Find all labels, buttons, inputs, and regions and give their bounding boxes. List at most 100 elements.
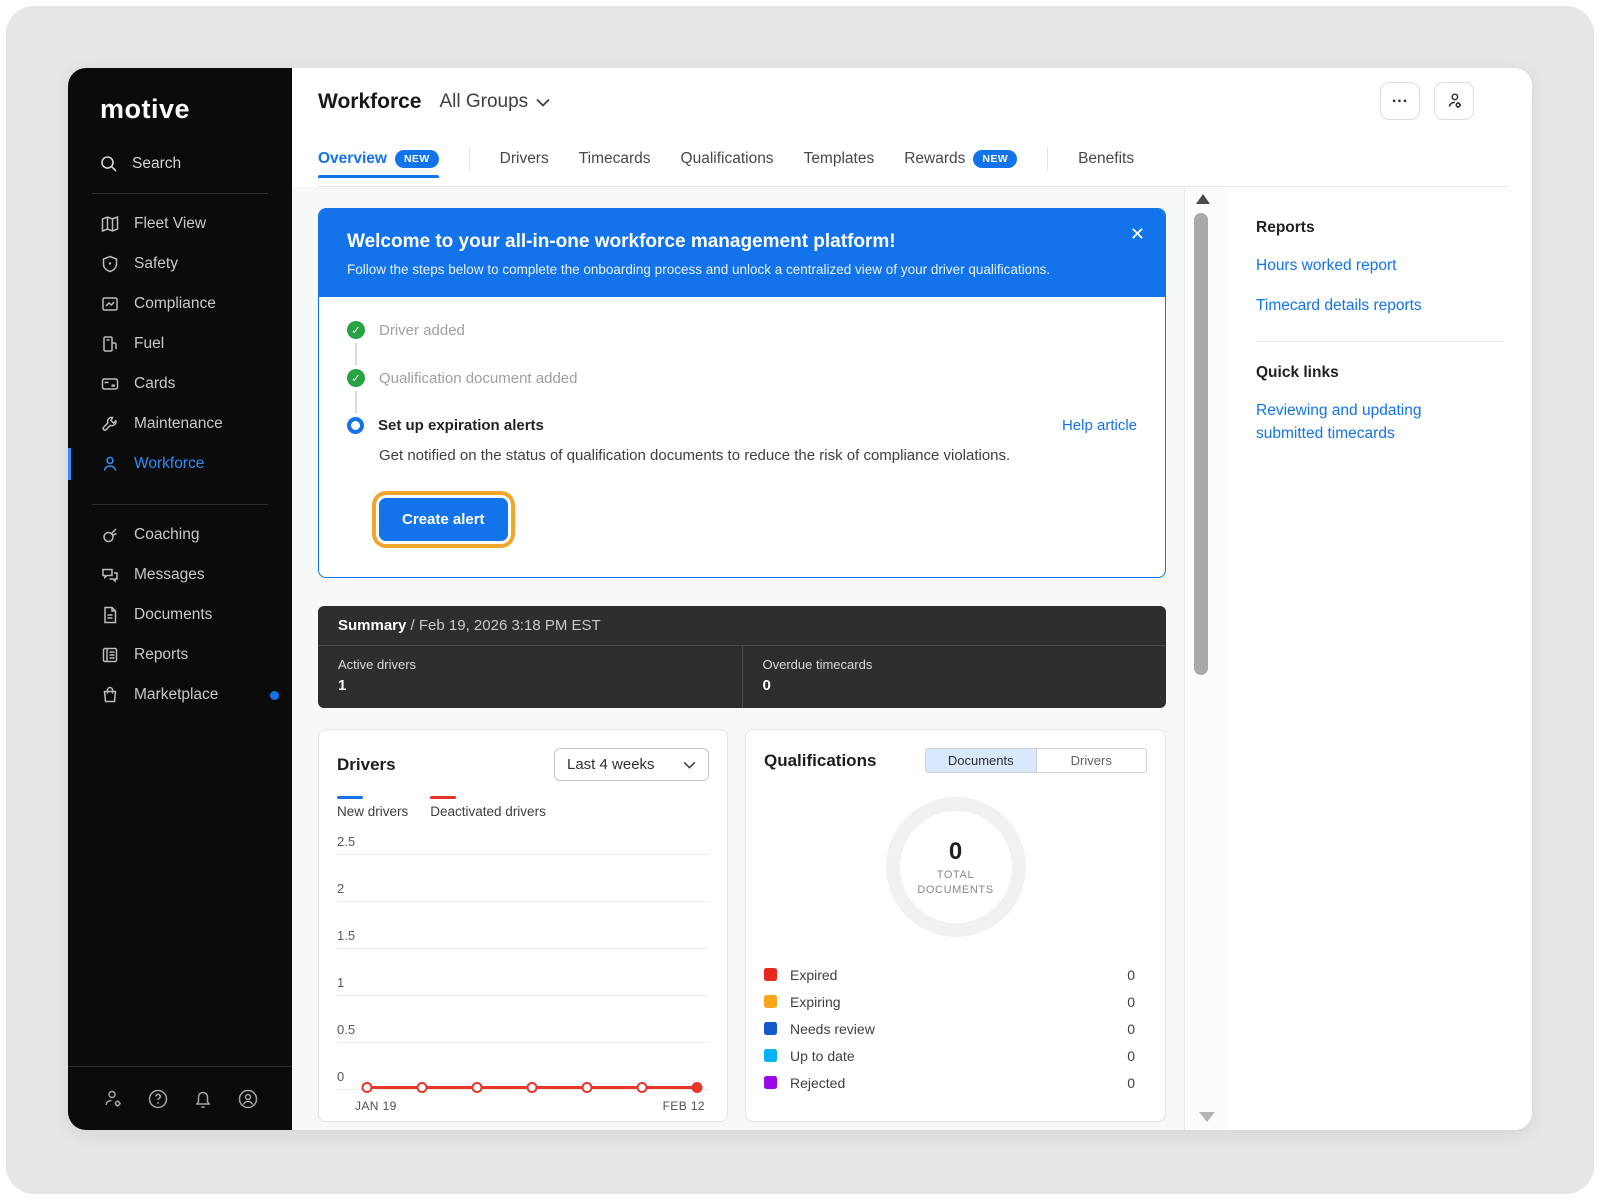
tab-drivers[interactable]: Drivers — [500, 140, 549, 178]
new-badge: NEW — [973, 150, 1017, 168]
y-tick: 0.5 — [337, 1022, 355, 1037]
drivers-chart-card: Drivers Last 4 weeks New drivers Deactiv… — [318, 729, 728, 1122]
tab-bar: Overview NEW Drivers Timecards Qualifica… — [318, 140, 1134, 178]
sidebar-item-cards[interactable]: Cards — [68, 364, 292, 404]
hours-worked-report-link[interactable]: Hours worked report — [1256, 254, 1446, 277]
sidebar-search-label: Search — [132, 155, 181, 173]
scroll-up-arrow[interactable] — [1196, 194, 1210, 204]
scroll-down-arrow[interactable] — [1199, 1112, 1215, 1122]
metric-value: 0 — [763, 677, 1147, 694]
drivers-card-title: Drivers — [337, 755, 396, 775]
summary-panel: Summary / Feb 19, 2026 3:18 PM EST Activ… — [318, 606, 1166, 708]
sidebar-item-maintenance[interactable]: Maintenance — [68, 404, 292, 444]
y-tick: 0 — [337, 1069, 344, 1084]
legend-row-needs-review: Needs review 0 — [764, 1015, 1147, 1042]
person-icon — [100, 454, 120, 474]
legend-swatch — [764, 968, 777, 981]
sidebar-item-label: Maintenance — [134, 415, 223, 433]
reviewing-timecards-link[interactable]: Reviewing and updating submitted timecar… — [1256, 399, 1446, 445]
tab-separator — [469, 147, 470, 171]
tab-overview[interactable]: Overview NEW — [318, 140, 439, 178]
tab-timecards[interactable]: Timecards — [579, 140, 651, 178]
shopping-bag-icon — [100, 685, 120, 705]
summary-metric-active-drivers: Active drivers 1 — [318, 646, 743, 708]
tab-qualifications[interactable]: Qualifications — [681, 140, 774, 178]
admin-user-gear-icon[interactable] — [102, 1088, 124, 1110]
legend-label: New drivers — [337, 804, 408, 819]
sidebar-item-label: Documents — [134, 606, 212, 624]
account-icon[interactable] — [237, 1088, 259, 1110]
y-tick: 1 — [337, 975, 344, 990]
group-selector[interactable]: All Groups — [439, 91, 550, 113]
legend-swatch — [764, 1076, 777, 1089]
onboarding-step-expiration-alerts: Set up expiration alerts Help article — [347, 417, 1137, 434]
data-point — [582, 1082, 593, 1093]
step-description: Get notified on the status of qualificat… — [379, 444, 1019, 468]
qualifications-card-title: Qualifications — [764, 751, 876, 771]
onboarding-card: Welcome to your all-in-one workforce man… — [318, 208, 1166, 578]
quick-links-section-title: Quick links — [1256, 364, 1508, 382]
data-point-latest — [692, 1082, 703, 1093]
right-panel-divider — [1256, 341, 1504, 342]
step-label: Set up expiration alerts — [378, 417, 544, 434]
legend-row-expired: Expired 0 — [764, 961, 1147, 988]
sidebar-item-messages[interactable]: Messages — [68, 555, 292, 595]
tab-benefits[interactable]: Benefits — [1078, 140, 1134, 178]
notifications-bell-icon[interactable] — [192, 1088, 214, 1110]
tab-label: Rewards — [904, 150, 965, 168]
data-point — [417, 1082, 428, 1093]
date-range-select[interactable]: Last 4 weeks — [554, 748, 709, 781]
sidebar-search[interactable]: Search — [100, 155, 292, 173]
report-icon — [100, 645, 120, 665]
check-circle-icon: ✓ — [347, 321, 365, 339]
donut-caption: TOTAL — [937, 869, 974, 881]
sidebar-item-label: Messages — [134, 566, 205, 584]
manage-users-button[interactable] — [1434, 82, 1474, 120]
y-tick: 2 — [337, 881, 344, 896]
donut-total-value: 0 — [949, 838, 962, 866]
tab-rewards[interactable]: Rewards NEW — [904, 140, 1017, 178]
metric-label: Overdue timecards — [763, 657, 1147, 672]
sidebar-item-workforce[interactable]: Workforce — [68, 444, 292, 484]
sidebar: motive Search Fleet View Safety Complian… — [68, 68, 292, 1130]
create-alert-button[interactable]: Create alert — [379, 498, 508, 541]
timecard-details-reports-link[interactable]: Timecard details reports — [1256, 294, 1446, 317]
y-tick: 2.5 — [337, 834, 355, 849]
help-icon[interactable] — [147, 1088, 169, 1110]
legend-swatch — [764, 1049, 777, 1062]
x-axis-label-start: JAN 19 — [355, 1099, 397, 1113]
chat-bubbles-icon — [100, 565, 120, 585]
marketplace-notification-dot — [270, 691, 279, 700]
onboarding-banner: Welcome to your all-in-one workforce man… — [319, 209, 1165, 297]
tab-templates[interactable]: Templates — [804, 140, 875, 178]
sidebar-item-compliance[interactable]: Compliance — [68, 284, 292, 324]
data-point — [636, 1082, 647, 1093]
sidebar-item-reports[interactable]: Reports — [68, 635, 292, 675]
close-icon[interactable]: ✕ — [1130, 225, 1145, 243]
sidebar-item-fuel[interactable]: Fuel — [68, 324, 292, 364]
legend-label: Expired — [790, 967, 837, 983]
help-article-link[interactable]: Help article — [1062, 417, 1137, 434]
toggle-drivers[interactable]: Drivers — [1036, 749, 1147, 772]
more-actions-button[interactable]: ... — [1380, 82, 1420, 120]
chevron-down-icon — [683, 761, 696, 769]
qualifications-card: Qualifications Documents Drivers 0 TOTAL… — [745, 729, 1166, 1122]
step-label: Qualification document added — [379, 370, 577, 387]
toggle-documents[interactable]: Documents — [926, 749, 1036, 772]
legend-item-deactivated-drivers: Deactivated drivers — [430, 796, 546, 819]
user-gear-icon — [1444, 91, 1464, 111]
documents-donut-chart: 0 TOTAL DOCUMENTS — [886, 797, 1026, 937]
map-icon — [100, 214, 120, 234]
sidebar-item-label: Fleet View — [134, 215, 206, 233]
sidebar-item-fleet-view[interactable]: Fleet View — [68, 204, 292, 244]
sidebar-item-documents[interactable]: Documents — [68, 595, 292, 635]
legend-label: Expiring — [790, 994, 841, 1010]
scrollbar-thumb[interactable] — [1194, 213, 1208, 675]
step-connector — [355, 343, 357, 365]
compliance-icon — [100, 294, 120, 314]
sidebar-item-safety[interactable]: Safety — [68, 244, 292, 284]
data-point — [362, 1082, 373, 1093]
sidebar-item-marketplace[interactable]: Marketplace — [68, 675, 292, 715]
sidebar-item-coaching[interactable]: Coaching — [68, 515, 292, 555]
sidebar-item-label: Safety — [134, 255, 178, 273]
